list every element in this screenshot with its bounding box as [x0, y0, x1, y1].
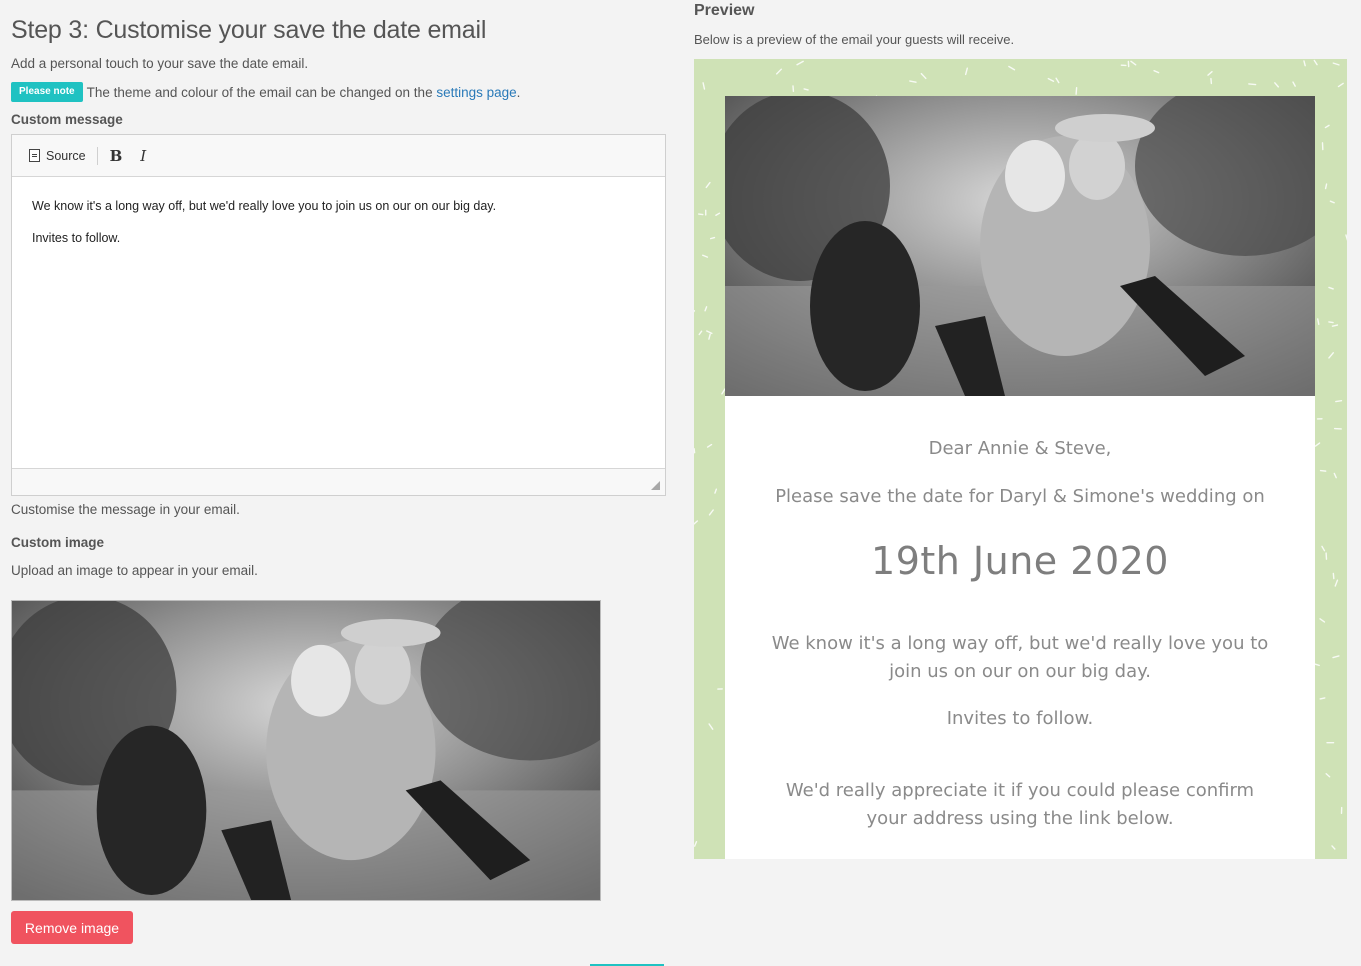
confetti-dash	[1008, 65, 1016, 71]
email-couple-photo	[725, 96, 1315, 396]
confetti-dash	[1321, 545, 1326, 552]
confetti-dash	[1075, 87, 1078, 95]
message-paragraph: We know it's a long way off, but we'd re…	[32, 199, 497, 213]
confetti-dash	[1303, 60, 1306, 67]
confetti-dash	[694, 841, 698, 847]
note-text: The theme and colour of the email can be…	[86, 84, 433, 100]
confetti-dash	[708, 333, 711, 340]
wedding-date: 19th June 2020	[871, 539, 1169, 583]
confetti-dash	[1153, 69, 1160, 74]
custom-message-label: Custom message	[11, 112, 123, 127]
confetti-dash	[708, 509, 714, 516]
confetti-dash	[1332, 655, 1340, 659]
confetti-dash	[1328, 286, 1334, 290]
bold-button[interactable]: B	[107, 144, 126, 168]
editor-footer	[12, 468, 665, 495]
confetti-dash	[920, 72, 927, 80]
preview-subtitle: Below is a preview of the email your gue…	[694, 32, 1015, 47]
confetti-dash	[1331, 845, 1336, 850]
email-message-2: Invites to follow.	[946, 708, 1094, 729]
custom-message-help: Customise the message in your email.	[11, 502, 240, 517]
confetti-dash	[702, 82, 706, 90]
confetti-dash	[698, 330, 703, 336]
source-button[interactable]: Source	[26, 144, 89, 168]
confetti-dash	[1324, 124, 1330, 129]
confetti-dash	[704, 306, 708, 312]
message-paragraph: Invites to follow.	[32, 231, 121, 245]
source-doc-icon	[29, 149, 40, 162]
custom-image-help: Upload an image to appear in your email.	[11, 563, 258, 578]
confetti-dash	[706, 330, 713, 335]
confetti-dash	[708, 723, 714, 730]
confetti-dash	[1319, 469, 1327, 472]
note-row: Please note The theme and colour of the …	[11, 82, 520, 102]
confetti-dash	[714, 488, 718, 494]
email-greeting: Dear Annie & Steve,	[928, 438, 1112, 459]
confetti-dash	[1331, 324, 1339, 327]
please-note-badge: Please note	[11, 82, 83, 102]
confetti-dash	[694, 448, 696, 454]
confetti-dash	[1333, 472, 1337, 479]
editor-toolbar: Source B I	[12, 135, 665, 177]
confetti-dash	[1319, 697, 1326, 700]
confetti-dash	[1334, 579, 1339, 587]
confetti-dash	[776, 68, 783, 75]
confetti-dash	[1314, 442, 1321, 447]
confetti-dash	[1329, 200, 1335, 204]
confetti-dash	[1335, 400, 1343, 403]
confetti-dash	[796, 60, 804, 66]
confetti-dash	[705, 181, 711, 189]
confetti-dash	[715, 212, 721, 216]
confetti-dash	[1317, 318, 1320, 326]
confetti-dash	[1325, 773, 1331, 778]
preview-title: Preview	[694, 2, 755, 19]
confetti-dash	[1047, 77, 1055, 82]
confetti-dash	[1055, 77, 1060, 84]
uploaded-couple-photo	[11, 600, 601, 901]
confetti-dash	[709, 236, 716, 240]
confetti-dash	[1319, 618, 1326, 623]
custom-image-label: Custom image	[11, 535, 105, 550]
settings-page-link[interactable]: settings page	[436, 85, 516, 100]
confetti-dash	[803, 88, 809, 91]
confetti-dash	[706, 443, 713, 448]
confetti-dash	[1345, 234, 1347, 241]
toolbar-divider	[96, 146, 98, 165]
confetti-dash	[1313, 59, 1318, 66]
email-message: We know it's a long way off, but we'd re…	[771, 633, 1269, 682]
page-title: Step 3: Customise your save the date ema…	[11, 16, 487, 44]
message-text-area[interactable]: We know it's a long way off, but we'd re…	[12, 177, 665, 467]
remove-image-button[interactable]: Remove image	[11, 911, 133, 944]
confetti-dash	[702, 254, 709, 258]
confetti-dash	[1130, 60, 1137, 66]
confetti-dash	[1337, 82, 1344, 88]
confetti-dash	[909, 80, 917, 83]
confetti-dash	[1207, 70, 1213, 76]
email-card: Dear Annie & Steve, Please save the date…	[725, 96, 1315, 859]
email-confirm-text: We'd really appreciate it if you could p…	[785, 780, 1255, 829]
confetti-dash	[1332, 62, 1340, 66]
email-preview-frame: Dear Annie & Steve, Please save the date…	[694, 59, 1347, 859]
confetti-dash	[964, 67, 969, 76]
confetti-dash	[1274, 82, 1280, 88]
confetti-dash	[1324, 183, 1328, 190]
source-button-label: Source	[46, 148, 86, 163]
confetti-dash	[1328, 352, 1334, 359]
message-editor: Source B I We know it's a long way off, …	[11, 134, 666, 496]
italic-button[interactable]: I	[137, 144, 149, 168]
confetti-dash	[694, 520, 699, 525]
confetti-dash	[1313, 663, 1320, 667]
page-subtitle: Add a personal touch to your save the da…	[11, 56, 309, 71]
note-end: .	[516, 84, 521, 100]
confetti-dash	[1328, 321, 1334, 324]
email-intro: Please save the date for Daryl & Simone'…	[775, 486, 1265, 507]
resize-handle-icon[interactable]	[651, 481, 660, 490]
confetti-dash	[1248, 83, 1257, 86]
confetti-dash	[1292, 81, 1296, 87]
